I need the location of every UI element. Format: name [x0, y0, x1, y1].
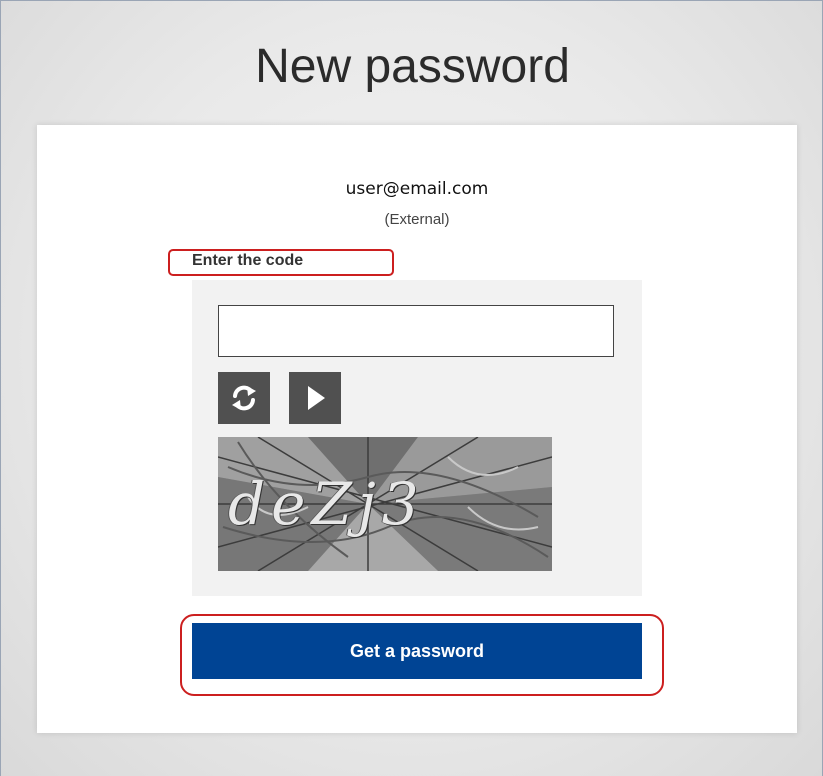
- label-highlight-box: [168, 249, 394, 276]
- refresh-icon: [232, 385, 256, 411]
- play-icon: [308, 386, 325, 410]
- page-title: New password: [255, 40, 570, 93]
- page-background: New password user@email.com (External) E…: [0, 0, 823, 776]
- play-audio-captcha-button[interactable]: [289, 372, 341, 424]
- captcha-panel: deZj3: [192, 280, 642, 596]
- captcha-code-text: deZj3: [228, 470, 425, 538]
- captcha-code-input[interactable]: [218, 305, 614, 357]
- password-card: user@email.com (External) Enter the code: [37, 125, 797, 733]
- refresh-captcha-button[interactable]: [218, 372, 270, 424]
- button-highlight-box: [180, 614, 664, 696]
- captcha-image: deZj3: [218, 437, 552, 571]
- user-type: (External): [384, 211, 450, 228]
- user-email: user@email.com: [345, 179, 489, 199]
